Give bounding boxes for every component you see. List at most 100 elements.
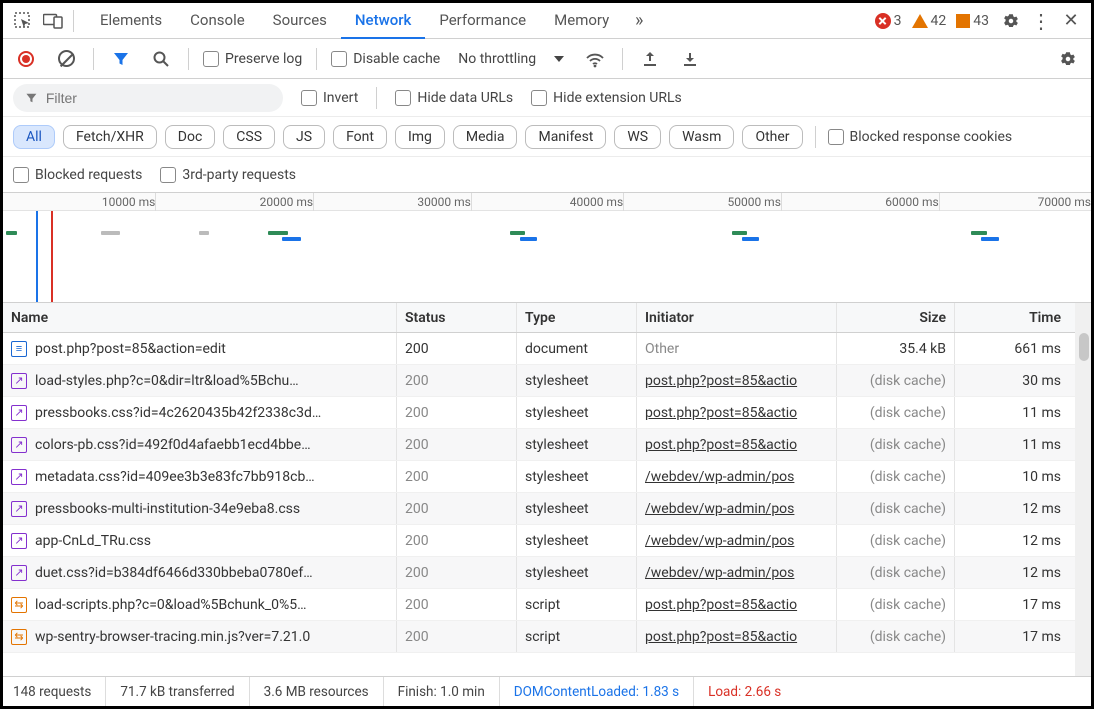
export-har-icon[interactable]: [677, 46, 703, 72]
col-type-header[interactable]: Type: [517, 303, 637, 332]
chip-other[interactable]: Other: [742, 125, 802, 149]
initiator-link[interactable]: /webdev/wp-admin/pos: [645, 469, 794, 485]
import-har-icon[interactable]: [637, 46, 663, 72]
blocked-cookies-checkbox[interactable]: Blocked response cookies: [828, 129, 1013, 145]
scrollbar-thumb[interactable]: [1079, 333, 1089, 361]
table-row[interactable]: ↗metadata.css?id=409ee3b3e83fc7bb918cb…2…: [3, 461, 1091, 493]
file-css-icon: ↗: [11, 533, 27, 549]
network-toolbar: Preserve log Disable cache No throttling: [3, 39, 1091, 79]
cell-type: script: [517, 621, 637, 652]
network-conditions-icon[interactable]: [582, 46, 608, 72]
close-icon[interactable]: ✕: [1057, 7, 1085, 35]
cell-type: stylesheet: [517, 525, 637, 556]
initiator-link[interactable]: /webdev/wp-admin/pos: [645, 565, 794, 581]
request-name: colors-pb.css?id=492f0d4afaebb1ecd4bbe…: [35, 437, 311, 453]
record-button[interactable]: [13, 46, 39, 72]
col-initiator-header[interactable]: Initiator: [637, 303, 837, 332]
disable-cache-checkbox[interactable]: Disable cache: [331, 51, 440, 67]
tab-elements[interactable]: Elements: [86, 3, 176, 39]
table-row[interactable]: ↗load-styles.php?c=0&dir=ltr&load%5Bchu……: [3, 365, 1091, 397]
table-row[interactable]: ⇆load-scripts.php?c=0&load%5Bchunk_0%5…2…: [3, 589, 1091, 621]
chip-manifest[interactable]: Manifest: [525, 125, 606, 149]
table-row[interactable]: ⇆wp-sentry-browser-tracing.min.js?ver=7.…: [3, 621, 1091, 653]
tab-console[interactable]: Console: [176, 3, 259, 39]
chip-font[interactable]: Font: [333, 125, 387, 149]
tab-sources[interactable]: Sources: [259, 3, 341, 39]
chip-ws[interactable]: WS: [614, 125, 661, 149]
warning-icon: [912, 14, 928, 28]
filter-row: Invert Hide data URLs Hide extension URL…: [3, 79, 1091, 117]
issues-icon: [956, 14, 970, 28]
chip-img[interactable]: Img: [395, 125, 445, 149]
initiator-link[interactable]: post.php?post=85&actio: [645, 629, 797, 645]
initiator-link[interactable]: post.php?post=85&actio: [645, 373, 797, 389]
checkbox-icon: [13, 167, 29, 183]
hide-ext-urls-checkbox[interactable]: Hide extension URLs: [531, 90, 682, 106]
tab-memory[interactable]: Memory: [540, 3, 623, 39]
initiator-link[interactable]: /webdev/wp-admin/pos: [645, 533, 794, 549]
table-body: ≡post.php?post=85&action=edit200document…: [3, 333, 1091, 676]
clear-button[interactable]: [53, 46, 79, 72]
status-bar: 148 requests 71.7 kB transferred 3.6 MB …: [3, 676, 1091, 706]
initiator-link[interactable]: post.php?post=85&actio: [645, 437, 797, 453]
separator: [73, 10, 74, 32]
col-name-header[interactable]: Name: [3, 303, 397, 332]
table-row[interactable]: ↗duet.css?id=b384df6466d330bbeba0780ef…2…: [3, 557, 1091, 589]
throttling-select[interactable]: No throttling: [454, 51, 568, 67]
request-name: load-scripts.php?c=0&load%5Bchunk_0%5…: [35, 597, 306, 613]
filter-input[interactable]: [13, 84, 283, 112]
device-toggle-icon[interactable]: [39, 7, 67, 35]
cell-type: document: [517, 333, 637, 364]
chip-media[interactable]: Media: [453, 125, 518, 149]
invert-label: Invert: [323, 90, 358, 106]
cell-type: stylesheet: [517, 397, 637, 428]
main-tabbar: ElementsConsoleSourcesNetworkPerformance…: [3, 3, 1091, 39]
third-party-checkbox[interactable]: 3rd-party requests: [160, 167, 296, 183]
cell-name: ↗pressbooks-multi-institution-34e9eba8.c…: [3, 493, 397, 524]
tab-performance[interactable]: Performance: [425, 3, 540, 39]
table-row[interactable]: ↗colors-pb.css?id=492f0d4afaebb1ecd4bbe……: [3, 429, 1091, 461]
blocked-requests-checkbox[interactable]: Blocked requests: [13, 167, 142, 183]
chip-doc[interactable]: Doc: [165, 125, 216, 149]
chip-wasm[interactable]: Wasm: [669, 125, 734, 149]
timeline-bar: [981, 237, 998, 241]
invert-checkbox[interactable]: Invert: [301, 90, 358, 106]
more-icon[interactable]: ⋮: [1027, 7, 1055, 35]
overview-timeline[interactable]: 10000 ms20000 ms30000 ms40000 ms50000 ms…: [3, 193, 1091, 303]
table-row[interactable]: ↗app-CnLd_TRu.css200stylesheet/webdev/wp…: [3, 525, 1091, 557]
cell-status: 200: [397, 621, 517, 652]
filter-toggle-icon[interactable]: [108, 46, 134, 72]
chip-js[interactable]: JS: [283, 125, 325, 149]
chip-css[interactable]: CSS: [223, 125, 275, 149]
status-domcontentloaded: DOMContentLoaded: 1.83 s: [500, 677, 694, 706]
panel-settings-icon[interactable]: [1055, 46, 1081, 72]
cell-status: 200: [397, 429, 517, 460]
initiator-link[interactable]: post.php?post=85&actio: [645, 597, 797, 613]
chip-all[interactable]: All: [13, 125, 55, 149]
table-row[interactable]: ↗pressbooks-multi-institution-34e9eba8.c…: [3, 493, 1091, 525]
col-status-header[interactable]: Status: [397, 303, 517, 332]
chip-fetchxhr[interactable]: Fetch/XHR: [63, 125, 157, 149]
clear-icon: [58, 50, 75, 67]
timeline-ruler: 10000 ms20000 ms30000 ms40000 ms50000 ms…: [3, 193, 1091, 211]
tab-network[interactable]: Network: [341, 3, 425, 39]
initiator-link[interactable]: post.php?post=85&actio: [645, 405, 797, 421]
table-row[interactable]: ↗pressbooks.css?id=4c2620435b42f2338c3d……: [3, 397, 1091, 429]
filter-text-input[interactable]: [46, 90, 271, 106]
warning-counter[interactable]: 42: [912, 13, 947, 29]
preserve-log-checkbox[interactable]: Preserve log: [203, 51, 302, 67]
cell-name: ↗metadata.css?id=409ee3b3e83fc7bb918cb…: [3, 461, 397, 492]
search-icon[interactable]: [148, 46, 174, 72]
initiator-link[interactable]: /webdev/wp-admin/pos: [645, 501, 794, 517]
col-size-header[interactable]: Size: [837, 303, 955, 332]
vertical-scrollbar[interactable]: [1075, 303, 1091, 676]
hide-data-urls-checkbox[interactable]: Hide data URLs: [395, 90, 513, 106]
col-time-header[interactable]: Time: [955, 303, 1069, 332]
issues-counter[interactable]: 43: [956, 13, 989, 29]
timeline-bar: [971, 231, 986, 235]
inspect-icon[interactable]: [9, 7, 37, 35]
error-counter[interactable]: 3: [875, 13, 902, 29]
settings-icon[interactable]: [997, 7, 1025, 35]
table-row[interactable]: ≡post.php?post=85&action=edit200document…: [3, 333, 1091, 365]
tabs-overflow-button[interactable]: »: [625, 7, 653, 35]
